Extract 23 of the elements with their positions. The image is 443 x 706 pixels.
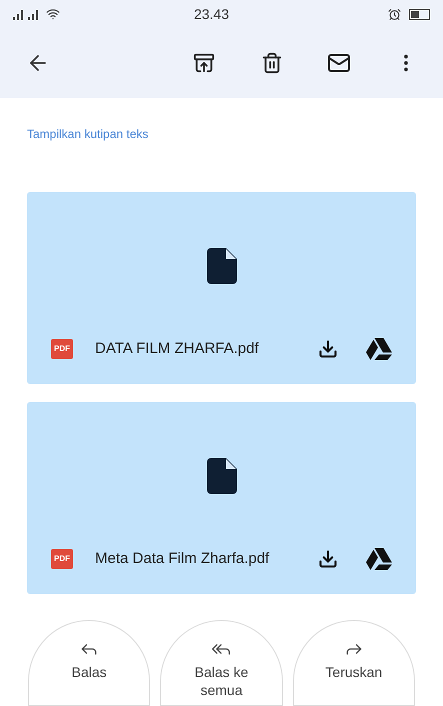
mail-icon[interactable] (327, 51, 351, 75)
alarm-icon (388, 8, 401, 20)
download-icon[interactable] (318, 549, 338, 569)
download-icon[interactable] (318, 339, 338, 359)
show-quoted-text-link[interactable]: Tampilkan kutipan teks (27, 127, 148, 141)
drive-icon[interactable] (366, 338, 392, 360)
reply-action-button[interactable]: Teruskan (292, 620, 415, 706)
pdf-badge: PDF (51, 549, 73, 569)
pdf-badge: PDF (51, 339, 73, 359)
battery-icon (409, 8, 431, 20)
reply-action-button[interactable]: Balas ke semua (160, 620, 283, 706)
reply-action-button[interactable]: Balas (28, 620, 150, 706)
file-icon (206, 248, 236, 284)
archive-icon[interactable] (193, 52, 215, 74)
file-icon (206, 458, 236, 494)
attachment-card[interactable]: PDF Meta Data Film Zharfa.pdf (27, 402, 416, 594)
attachment-card[interactable]: PDF DATA FILM ZHARFA.pdf (27, 192, 416, 384)
attachment-name: DATA FILM ZHARFA.pdf (95, 338, 260, 359)
wifi-icon (46, 7, 60, 21)
delete-icon[interactable] (261, 52, 283, 74)
attachment-name: Meta Data Film Zharfa.pdf (95, 548, 270, 569)
clock-time: 23.43 (192, 4, 230, 24)
drive-icon[interactable] (366, 548, 392, 570)
